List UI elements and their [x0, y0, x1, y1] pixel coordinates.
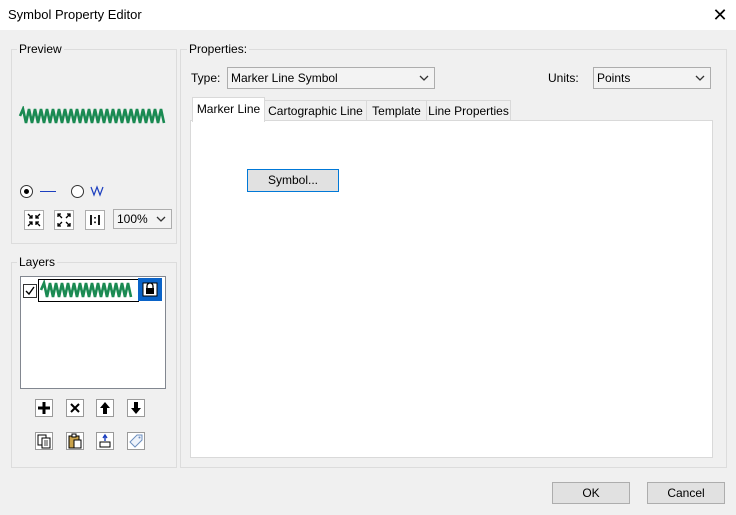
symbol-button[interactable]: Symbol... [247, 169, 339, 192]
add-layer-button[interactable] [35, 399, 53, 417]
type-label: Type: [191, 71, 221, 85]
line-icon [40, 191, 56, 192]
close-icon[interactable]: ✕ [708, 3, 732, 27]
expand-arrows-icon [57, 213, 71, 227]
move-layer-down-button[interactable] [127, 399, 145, 417]
paste-layer-button[interactable] [66, 432, 84, 450]
chevron-down-icon [695, 75, 705, 81]
type-value: Marker Line Symbol [231, 71, 338, 85]
layer-lock-button[interactable] [138, 278, 162, 301]
layer-visible-checkbox[interactable] [23, 284, 37, 298]
marker-line-icon [90, 185, 104, 197]
checkmark-icon [25, 286, 35, 296]
one-to-one-icon [90, 215, 100, 225]
remove-layer-button[interactable] [66, 399, 84, 417]
preview-line-radio[interactable] [20, 185, 33, 198]
preview-swatch [18, 106, 166, 124]
move-layer-up-button[interactable] [96, 399, 114, 417]
ok-button[interactable]: OK [552, 482, 630, 504]
arrow-down-icon [131, 402, 141, 414]
restore-layer-button[interactable] [96, 432, 114, 450]
preview-marker-radio[interactable] [71, 185, 84, 198]
layer-swatch [39, 278, 133, 298]
tab-marker-line[interactable]: Marker Line [192, 97, 265, 122]
tab-template[interactable]: Template [366, 100, 427, 122]
shrink-arrows-icon [27, 213, 41, 227]
properties-layer-button[interactable] [127, 432, 145, 450]
zoom-out-button[interactable] [54, 210, 74, 230]
cancel-button[interactable]: Cancel [647, 482, 725, 504]
arrow-up-icon [100, 402, 110, 414]
zoom-in-button[interactable] [24, 210, 44, 230]
tab-line-properties[interactable]: Line Properties [426, 100, 511, 122]
type-select[interactable]: Marker Line Symbol [227, 67, 435, 89]
layer-row-selected[interactable] [38, 278, 139, 302]
properties-group-label: Properties: [187, 42, 250, 56]
lock-icon [142, 282, 158, 297]
zoom-value: 100% [117, 212, 148, 226]
paste-icon [68, 433, 82, 449]
copy-layer-button[interactable] [35, 432, 53, 450]
units-select[interactable]: Points [593, 67, 711, 89]
preview-group-label: Preview [17, 42, 64, 56]
tag-icon [129, 434, 143, 448]
tab-cartographic-line[interactable]: Cartographic Line [264, 100, 367, 122]
plus-icon [38, 402, 50, 414]
layers-group-label: Layers [17, 255, 58, 269]
units-label: Units: [548, 71, 579, 85]
copy-icon [37, 434, 51, 449]
zoom-select[interactable]: 100% [113, 209, 172, 229]
restore-icon [99, 433, 111, 448]
chevron-down-icon [156, 216, 166, 222]
actual-size-button[interactable] [85, 210, 105, 230]
units-value: Points [597, 71, 631, 85]
window-title: Symbol Property Editor [8, 7, 142, 22]
delete-icon [70, 403, 80, 413]
chevron-down-icon [419, 75, 429, 81]
